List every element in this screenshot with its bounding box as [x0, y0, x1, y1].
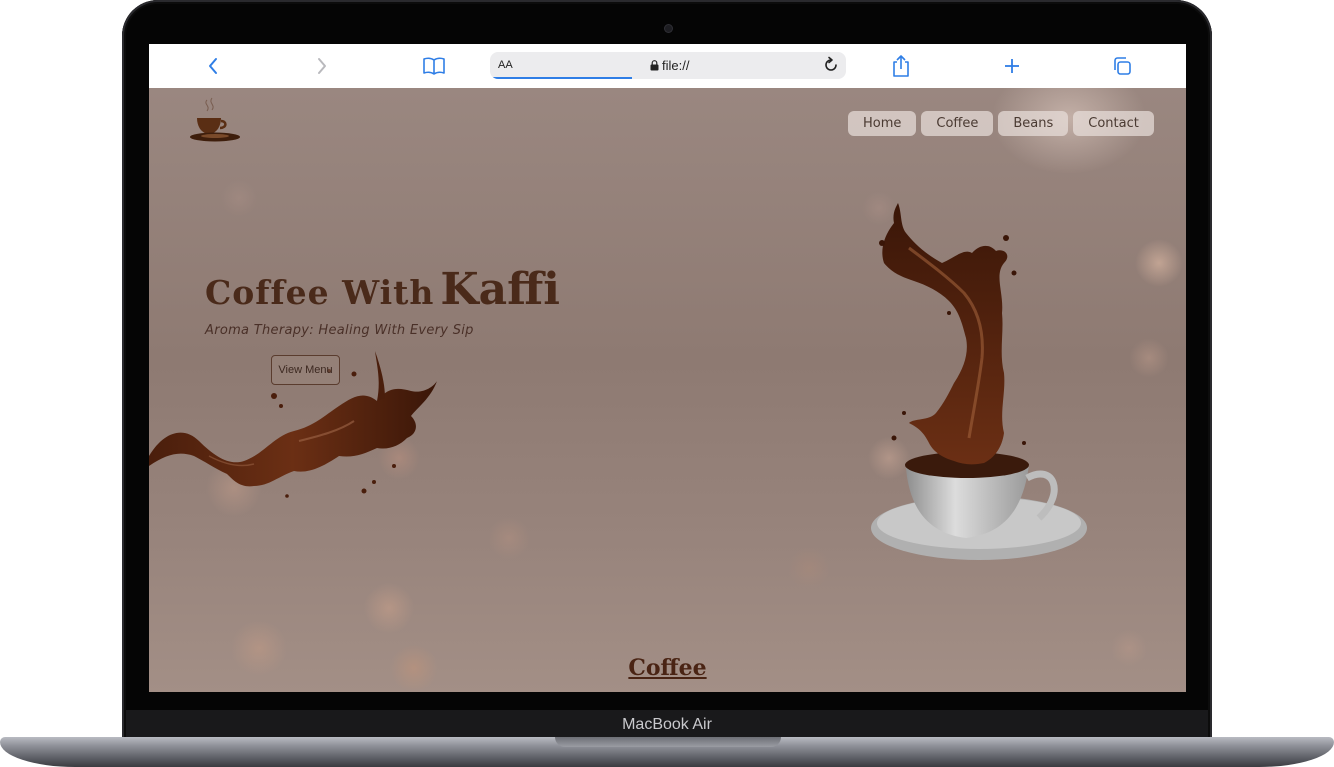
page-load-progress — [490, 77, 632, 79]
chevron-right-icon[interactable] — [309, 54, 335, 78]
url-value: file:// — [662, 58, 690, 73]
plus-icon[interactable] — [999, 54, 1025, 78]
hero-title-part2: Kaffi — [440, 264, 560, 315]
hero-subtitle: Aroma Therapy: Healing With Every Sip — [205, 323, 474, 338]
web-page: Home Coffee Beans Contact Coffee With Kaf… — [149, 88, 1186, 692]
device-label: MacBook Air — [622, 716, 712, 733]
hero-title: Coffee With Kaffi — [205, 264, 560, 315]
coffee-cup-logo[interactable] — [185, 96, 245, 150]
nav-coffee-link[interactable]: Coffee — [921, 111, 994, 136]
nav-home-link[interactable]: Home — [848, 111, 917, 136]
view-menu-button[interactable]: View Menu — [271, 355, 340, 385]
hero-title-part1: Coffee With — [205, 273, 435, 312]
address-bar[interactable]: AA file:// — [490, 52, 846, 79]
lock-icon — [650, 60, 659, 71]
nav-contact-link[interactable]: Contact — [1073, 111, 1154, 136]
tabs-icon[interactable] — [1109, 54, 1135, 78]
text-size-button[interactable]: AA — [498, 52, 513, 79]
laptop-notch — [555, 737, 781, 747]
chevron-left-icon[interactable] — [200, 54, 226, 78]
webcam-icon — [665, 25, 672, 32]
share-icon[interactable] — [888, 54, 914, 78]
browser-toolbar: AA file:// — [149, 44, 1186, 89]
laptop-screen: AA file:// Home Coffee Beans Contact Cof… — [149, 44, 1186, 692]
nav-beans-link[interactable]: Beans — [998, 111, 1069, 136]
coffee-cup-splash-image — [854, 203, 1104, 577]
laptop-bezel-bottom: MacBook Air — [126, 710, 1208, 740]
reload-icon[interactable] — [822, 56, 840, 78]
url-text: file:// — [650, 52, 689, 79]
section-heading-coffee: Coffee — [628, 655, 707, 681]
book-icon[interactable] — [421, 54, 447, 78]
main-nav: Home Coffee Beans Contact — [848, 111, 1154, 136]
